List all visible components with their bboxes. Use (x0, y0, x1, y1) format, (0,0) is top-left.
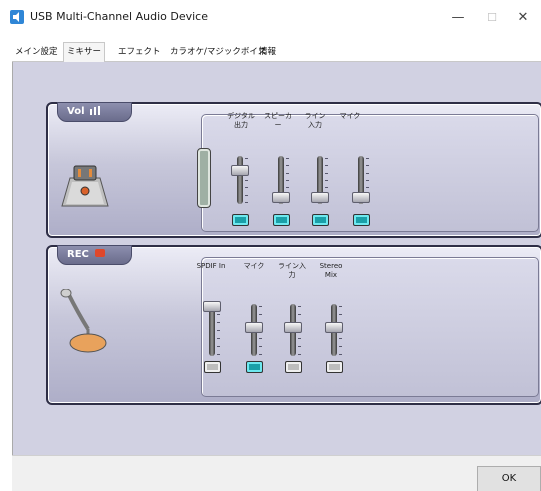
slider-tick (366, 180, 369, 181)
slider-tick (339, 306, 342, 307)
peak-level-meter (197, 148, 211, 208)
tab-mixer[interactable]: ミキサー (63, 42, 106, 63)
slider-tick (339, 346, 342, 347)
slider-tick (366, 165, 369, 167)
slider-tick (217, 354, 220, 355)
record-mute-button-1[interactable] (204, 361, 221, 373)
slider-tick (366, 158, 369, 159)
slider-tick (325, 172, 328, 174)
channel-label-rec-line-in: ライン入力 (278, 262, 306, 279)
playback-mute-button-2[interactable] (273, 214, 290, 226)
playback-mute-button-3[interactable] (312, 214, 329, 226)
tab-karaoke[interactable]: カラオケ/マジックボイス (167, 44, 269, 62)
record-slider-thumb-1[interactable] (203, 301, 221, 312)
dialog-footer: OK (12, 455, 541, 491)
playback-header: Vol (57, 102, 132, 122)
tab-main-settings[interactable]: メイン設定 (12, 44, 61, 62)
channel-label-digital-out: デジタル出力 (227, 112, 255, 129)
slider-tick (217, 330, 220, 331)
slider-tick (286, 172, 289, 174)
slider-tick (286, 180, 289, 181)
slider-tick (298, 314, 301, 315)
slider-tick (286, 165, 289, 167)
record-indicator-icon (95, 249, 106, 257)
slider-tick (217, 346, 220, 347)
slider-tick (325, 165, 328, 167)
slider-tick (245, 158, 248, 159)
volume-bars-icon (89, 106, 100, 115)
playback-slider-track-1[interactable] (237, 156, 243, 204)
record-mute-button-4[interactable] (326, 361, 343, 373)
record-mute-button-3[interactable] (285, 361, 302, 373)
minimize-button[interactable]: — (440, 6, 476, 30)
playback-mute-button-4[interactable] (353, 214, 370, 226)
slider-tick (325, 158, 328, 159)
slider-tick (259, 346, 262, 347)
slider-tick (325, 180, 328, 181)
slider-tick (339, 338, 342, 339)
record-slider-thumb-3[interactable] (284, 321, 302, 333)
window-title: USB Multi-Channel Audio Device (30, 10, 208, 23)
record-mute-button-2[interactable] (246, 361, 263, 373)
channel-label-spdif-in: SPDIF In (196, 262, 226, 270)
slider-tick (259, 314, 262, 315)
slider-tick (298, 354, 301, 355)
slider-tick (245, 187, 248, 189)
channel-label-mic: マイク (339, 112, 361, 120)
close-button[interactable]: ✕ (505, 6, 541, 30)
playback-slider-thumb-2[interactable] (272, 191, 290, 203)
slider-tick (366, 187, 369, 189)
record-slider-thumb-2[interactable] (245, 321, 263, 333)
slider-tick (259, 354, 262, 355)
channel-label-rec-mic: マイク (243, 262, 265, 270)
playback-channels-panel (201, 114, 539, 232)
slider-tick (259, 306, 262, 307)
tab-info[interactable]: 情報 (256, 44, 279, 62)
slider-tick (298, 306, 301, 307)
record-slider-thumb-4[interactable] (325, 321, 343, 333)
slider-tick (259, 338, 262, 339)
slider-tick (325, 187, 328, 189)
playback-slider-thumb-3[interactable] (311, 191, 329, 203)
slider-tick (339, 314, 342, 315)
speaker-app-icon (10, 10, 24, 24)
playback-slider-thumb-1[interactable] (231, 164, 249, 176)
playback-mute-button-1[interactable] (232, 214, 249, 226)
slider-tick (217, 322, 220, 323)
tab-strip: メイン設定 ミキサー エフェクト カラオケ/マジックボイス 情報 (12, 42, 541, 63)
slider-tick (217, 338, 220, 339)
title-bar: USB Multi-Channel Audio Device — ☐ ✕ (0, 0, 541, 36)
microphone-icon (60, 289, 107, 353)
tab-effects[interactable]: エフェクト (115, 44, 164, 62)
record-header: REC (57, 245, 132, 265)
slider-tick (286, 187, 289, 189)
channel-label-speaker: スピーカー (264, 112, 292, 129)
channel-label-stereo-mix: Stereo Mix (319, 262, 343, 279)
slider-tick (339, 354, 342, 355)
slider-tick (245, 180, 248, 181)
slider-tick (245, 194, 248, 196)
slider-tick (366, 172, 369, 174)
slider-tick (245, 202, 248, 203)
app-window: USB Multi-Channel Audio Device — ☐ ✕ メイン… (0, 0, 541, 491)
slider-tick (298, 346, 301, 347)
playback-slider-thumb-4[interactable] (352, 191, 370, 203)
ok-button[interactable]: OK (477, 466, 541, 491)
slider-tick (217, 314, 220, 315)
slider-tick (298, 338, 301, 339)
channel-label-line-in: ライン入力 (304, 112, 326, 129)
slider-tick (286, 158, 289, 159)
mixer-console-icon (61, 165, 109, 207)
